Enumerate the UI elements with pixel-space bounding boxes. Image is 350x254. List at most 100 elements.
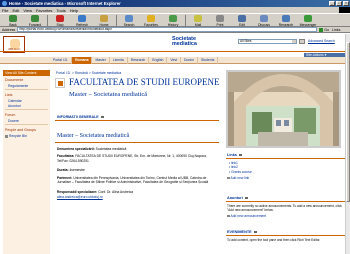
address-input[interactable]: http://portal.euro.ubbcluj.ro/romana/MrM… xyxy=(17,27,318,32)
discuss-icon xyxy=(260,15,268,22)
quick-launch: View All Site Content Documente Regulame… xyxy=(3,70,50,254)
toolbar-button-label: Refresh xyxy=(76,22,88,27)
field-facultatea: Facultatea: FACULTATEA DE STUDII EUROPEN… xyxy=(57,154,219,163)
site-title[interactable]: Societate mediatica xyxy=(172,36,197,48)
top-nav-tab[interactable]: English xyxy=(149,57,168,64)
scrollbar-thumb[interactable] xyxy=(346,42,350,202)
vertical-scrollbar[interactable] xyxy=(345,34,350,254)
quick-launch-group-people[interactable]: People and Groups xyxy=(3,126,50,133)
recycle-bin-link[interactable]: Recycle Bin xyxy=(3,133,50,139)
webpart-header: EVENIMENTE xyxy=(226,229,345,236)
toolbar-button-stop[interactable]: Stop xyxy=(49,14,71,27)
maximize-button[interactable]: □ xyxy=(336,1,342,6)
close-button[interactable]: × xyxy=(343,1,349,6)
field-value: Universitatea din Pennsylvania, Universi… xyxy=(57,175,209,185)
top-nav-tab[interactable]: Students xyxy=(198,57,219,64)
webpart-menu-icon[interactable] xyxy=(238,154,242,156)
add-icon xyxy=(227,214,230,218)
add-new-link[interactable]: Add new link xyxy=(226,176,345,180)
page-icon xyxy=(55,78,65,88)
top-nav-tab[interactable]: Romana xyxy=(72,57,93,64)
top-nav-tab[interactable]: Master xyxy=(92,57,110,64)
webpart-header: INFORMATII GENERALE xyxy=(55,114,219,121)
toolbar-button-research[interactable]: Research xyxy=(275,14,297,27)
quick-launch-item-anunturi[interactable]: Anunturi xyxy=(3,103,50,108)
menu-edit[interactable]: Edit xyxy=(12,8,19,13)
toolbar-button-search[interactable]: Search xyxy=(118,14,140,27)
menu-tools[interactable]: Tools xyxy=(56,8,65,13)
advanced-search-link[interactable]: Advanced Search xyxy=(308,39,335,43)
webpart-menu-icon[interactable] xyxy=(253,231,257,233)
menu-favorites[interactable]: Favorites xyxy=(36,8,52,13)
recycle-bin-label: Recycle Bin xyxy=(9,134,27,138)
address-bar: Address http://portal.euro.ubbcluj.ro/ro… xyxy=(0,27,350,33)
refresh-icon xyxy=(78,15,86,22)
general-info-webpart: INFORMATII GENERALE Master – Societatea … xyxy=(55,114,219,254)
top-nav-tab[interactable]: Doctor xyxy=(181,57,199,64)
menu-file[interactable]: File xyxy=(2,8,8,13)
search-icon xyxy=(125,15,133,22)
toolbar-separator xyxy=(116,15,117,27)
toolbar-button-forward[interactable]: Forward xyxy=(24,14,46,27)
back-arrow-icon xyxy=(9,15,17,22)
announcements-empty-text: There are currently no active announceme… xyxy=(227,204,342,212)
quick-launch-group-forum[interactable]: Forum xyxy=(3,111,50,118)
divider xyxy=(5,89,48,90)
breadcrumb[interactable]: Portal I.D. > Română > Societate mediati… xyxy=(56,71,121,75)
toolbar-button-refresh[interactable]: Refresh xyxy=(71,14,93,27)
quick-launch-item-regulamente[interactable]: Regulamente xyxy=(3,83,50,88)
field-label: Durata: xyxy=(57,168,69,173)
recycle-bin-icon xyxy=(5,134,8,138)
internet-explorer-icon xyxy=(2,1,7,6)
webpart-menu-icon[interactable] xyxy=(244,197,248,199)
webpart-title: Anunturi xyxy=(227,196,243,200)
toolbar-button-edit[interactable]: Edit xyxy=(231,14,253,27)
toolbar-button-label: Stop xyxy=(56,22,64,27)
quick-launch-group-lists[interactable]: Lists xyxy=(3,91,50,98)
search-scope-select[interactable]: All Sites xyxy=(238,39,297,44)
toolbar-separator xyxy=(185,15,186,27)
links-toolbar[interactable]: Links xyxy=(332,28,340,32)
top-nav-tab[interactable]: Licenta xyxy=(110,57,128,64)
go-button[interactable]: Go xyxy=(319,27,329,32)
page-subtitle: Master – Societatea mediatică xyxy=(69,91,148,98)
add-new-announcement[interactable]: Add new announcement xyxy=(226,214,345,218)
email-link[interactable]: alina.andreica@euro.ubbcluj.ro xyxy=(57,195,219,199)
toolbar-button-label: Favorites xyxy=(144,22,158,27)
search-button[interactable] xyxy=(299,39,305,44)
top-nav-tabs: Portal I.D. Romana Master Licenta Research En… xyxy=(50,57,219,64)
top-nav-tab[interactable]: Portal I.D. xyxy=(50,57,73,64)
page-title-area: FACULTATEA DE STUDII EUROPENE Master – S… xyxy=(55,76,220,112)
window-title-bar: Home - Societate mediatica - Microsoft I… xyxy=(0,0,350,7)
toolbar-button-home[interactable]: Home xyxy=(93,14,115,27)
divider xyxy=(5,109,48,110)
toolbar-button-history[interactable]: History xyxy=(162,14,184,27)
toolbar-button-label: Print xyxy=(216,22,224,27)
webpart-title: INFORMATII GENERALE xyxy=(57,115,99,119)
field-value: Societatea mediatică xyxy=(95,147,127,151)
toolbar-button-favorites[interactable]: Favorites xyxy=(140,14,162,27)
links-list: • link1 • link2 • Grants course xyxy=(226,159,345,174)
toolbar-button-mail[interactable]: Mail xyxy=(187,14,209,27)
quick-launch-group-documente[interactable]: Documente xyxy=(3,76,50,83)
field-label: Facultatea: xyxy=(57,154,75,159)
events-webpart: EVENIMENTE To add content, open the tool… xyxy=(226,229,345,254)
top-nav-tab[interactable]: Vest xyxy=(167,57,182,64)
minimize-button[interactable]: _ xyxy=(329,1,335,6)
link-item[interactable]: • Grants course xyxy=(226,170,345,174)
menu-view[interactable]: View xyxy=(23,8,32,13)
toolbar-button-discuss[interactable]: Discuss xyxy=(253,14,275,27)
field-label: Responsabil specializare: xyxy=(57,190,98,195)
menu-help[interactable]: Help xyxy=(70,8,78,13)
toolbar-button-back[interactable]: Back xyxy=(2,14,24,27)
divider xyxy=(55,142,219,143)
links-webpart: Links • link1 • link2 • Grants course Ad… xyxy=(226,152,345,192)
toolbar-button-print[interactable]: Print xyxy=(209,14,231,27)
favorites-star-icon xyxy=(147,15,155,22)
toolbar-button-label: Search xyxy=(123,22,135,27)
quick-launch-item-docere[interactable]: Docere xyxy=(3,118,50,123)
webpart-menu-icon[interactable] xyxy=(100,116,104,118)
toolbar-button-label: Edit xyxy=(239,22,245,27)
toolbar-button-messenger[interactable]: Messenger xyxy=(297,14,319,27)
top-nav-tab[interactable]: Research xyxy=(128,57,150,64)
